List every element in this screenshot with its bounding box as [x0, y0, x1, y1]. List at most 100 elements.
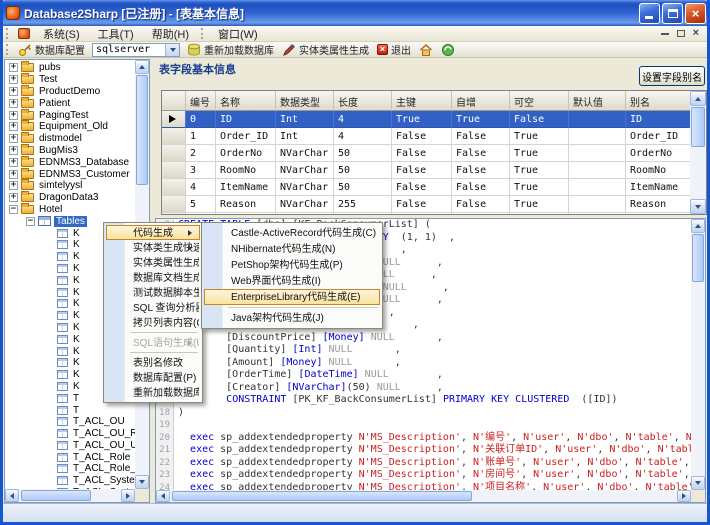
- collapse-icon[interactable]: −: [9, 204, 18, 214]
- menu-item[interactable]: 实体类属性生成(P): [106, 255, 200, 270]
- tree-item[interactable]: T: [5, 404, 135, 416]
- tree-item[interactable]: + Test: [5, 73, 135, 86]
- menu-item[interactable]: NHibernate代码生成(N): [204, 241, 380, 257]
- collapse-icon[interactable]: −: [26, 216, 35, 226]
- tree-item[interactable]: + EDNMS3_Customer: [5, 167, 135, 180]
- refresh-button[interactable]: [437, 42, 459, 58]
- tree-item[interactable]: + ProductDemo: [5, 84, 135, 98]
- tree-item[interactable]: T_ACL_OU_User: [5, 440, 135, 452]
- menu-item[interactable]: 数据库文档生成(D): [106, 270, 200, 285]
- table-row[interactable]: 2 OrderNo NVarChar 50 False False True OrderNo: [162, 145, 692, 162]
- grid-header-cell[interactable]: 主键: [392, 91, 452, 111]
- minimize-button[interactable]: [639, 2, 660, 24]
- expand-icon[interactable]: +: [9, 145, 18, 155]
- table-row[interactable]: 0 ID Int 4 True True False ID: [162, 111, 692, 128]
- expand-icon[interactable]: +: [9, 193, 18, 203]
- table-row[interactable]: 1 Order_ID Int 4 False False True Order_ID: [162, 128, 692, 145]
- tree-item[interactable]: + PagingTest: [5, 108, 135, 121]
- tree-item[interactable]: + pubs: [5, 61, 135, 74]
- menu-item[interactable]: 测试数据脚本生成(S): [106, 285, 200, 300]
- mdi-restore-icon[interactable]: [676, 30, 685, 37]
- grid-header-cell[interactable]: 默认值: [569, 91, 626, 111]
- row-selector[interactable]: [162, 213, 186, 214]
- mdi-minimize-icon[interactable]: [660, 32, 669, 35]
- row-selector[interactable]: [162, 162, 186, 179]
- grid-header-cell[interactable]: 可空: [510, 91, 569, 111]
- menu-help[interactable]: 帮助(H): [143, 25, 198, 43]
- expand-icon[interactable]: +: [9, 98, 18, 108]
- reload-database-button[interactable]: 重新加载数据库: [183, 41, 278, 58]
- expand-icon[interactable]: +: [9, 157, 18, 167]
- table-row[interactable]: 3 RoomNo NVarChar 50 False False True RoomNo: [162, 162, 692, 179]
- menu-item[interactable]: 数据库配置(P): [106, 370, 200, 385]
- expand-icon[interactable]: +: [9, 134, 18, 144]
- menu-window[interactable]: 窗口(W): [209, 25, 267, 43]
- row-selector[interactable]: [162, 196, 186, 213]
- tree-item[interactable]: + Equipment_Old: [5, 120, 135, 133]
- code-vertical-scrollbar[interactable]: [691, 219, 705, 490]
- tree-item[interactable]: + simtelyysl: [5, 179, 135, 192]
- expand-icon[interactable]: +: [9, 75, 18, 85]
- scroll-left-button[interactable]: [5, 489, 19, 502]
- table-row[interactable]: 6PriceMoney8FalseFalseTruePrice: [162, 213, 692, 214]
- grid-header-cell[interactable]: 数据类型: [276, 91, 334, 111]
- scroll-down-button[interactable]: [690, 199, 706, 214]
- menu-item[interactable]: 实体类生成快速入口: [106, 240, 200, 255]
- exit-button[interactable]: × 退出: [373, 41, 415, 58]
- grid-header-cell[interactable]: 别名: [626, 91, 692, 111]
- close-button[interactable]: ×: [685, 2, 706, 24]
- menu-tools[interactable]: 工具(T): [89, 25, 143, 43]
- combobox-dropdown-arrow[interactable]: [165, 43, 179, 56]
- scroll-thumb[interactable]: [691, 107, 705, 147]
- row-selector[interactable]: [162, 111, 186, 128]
- title-bar[interactable]: Database2Sharp [已注册] - [表基本信息] ×: [3, 0, 707, 26]
- grid-vertical-scrollbar[interactable]: [690, 91, 706, 214]
- scroll-thumb[interactable]: [692, 234, 704, 282]
- grid-header-cell[interactable]: 名称: [216, 91, 276, 111]
- menu-item[interactable]: Java架构代码生成(J): [204, 310, 380, 326]
- expand-icon[interactable]: +: [9, 86, 18, 96]
- tree-item[interactable]: T_ACL_SystemAuth: [5, 475, 135, 487]
- tree-item[interactable]: + DragonData3: [5, 191, 135, 204]
- mdi-close-icon[interactable]: ×: [693, 28, 699, 39]
- menu-item[interactable]: Castle-ActiveRecord代码生成(C): [204, 225, 380, 241]
- grid-header-selector[interactable]: [162, 91, 186, 111]
- scroll-up-button[interactable]: [690, 91, 706, 106]
- menu-item[interactable]: PetShop架构代码生成(P): [204, 257, 380, 273]
- expand-icon[interactable]: +: [9, 181, 18, 191]
- database-combobox[interactable]: sqlserver: [92, 42, 180, 57]
- scroll-right-button[interactable]: [677, 490, 691, 502]
- mdi-child-icon[interactable]: [18, 28, 30, 39]
- table-row[interactable]: 5 Reason NVarChar 255 False False True Reason: [162, 196, 692, 213]
- scroll-up-button[interactable]: [691, 219, 705, 233]
- scroll-left-button[interactable]: [156, 490, 170, 502]
- scroll-thumb[interactable]: [21, 490, 91, 501]
- row-selector[interactable]: [162, 145, 186, 162]
- expand-icon[interactable]: +: [9, 122, 18, 132]
- tree-item[interactable]: + distmodel: [5, 132, 135, 145]
- set-field-alias-button[interactable]: 设置字段别名: [639, 66, 705, 86]
- menu-item[interactable]: 代码生成: [106, 225, 200, 240]
- scroll-right-button[interactable]: [121, 489, 135, 502]
- expand-icon[interactable]: +: [9, 169, 18, 179]
- menu-item[interactable]: EnterpriseLibrary代码生成(E): [204, 289, 380, 305]
- expand-icon[interactable]: +: [9, 110, 18, 120]
- tree-item[interactable]: T_ACL_Role: [5, 451, 135, 463]
- tree-item[interactable]: T_ACL_Role_Funct: [5, 463, 135, 475]
- toolbar-grip[interactable]: [6, 28, 11, 39]
- expand-icon[interactable]: +: [9, 63, 18, 73]
- scroll-down-button[interactable]: [691, 476, 705, 490]
- table-row[interactable]: 4 ItemName NVarChar 50 False False True ItemNam…: [162, 179, 692, 196]
- toolbar-grip[interactable]: [201, 28, 206, 39]
- menu-item[interactable]: Web界面代码生成(I): [204, 273, 380, 289]
- db-config-button[interactable]: 数据库配置: [14, 41, 89, 58]
- code-horizontal-scrollbar[interactable]: [156, 490, 691, 502]
- entity-properties-button[interactable]: 实体类属性生成: [278, 41, 373, 58]
- tree-item[interactable]: − Hotel: [5, 202, 135, 216]
- tree-item[interactable]: + Patient: [5, 96, 135, 109]
- grid-header-cell[interactable]: 长度: [334, 91, 392, 111]
- row-selector[interactable]: [162, 128, 186, 145]
- grid-header-cell[interactable]: 编号: [186, 91, 216, 111]
- row-selector[interactable]: [162, 179, 186, 196]
- tree-horizontal-scrollbar[interactable]: [5, 489, 135, 502]
